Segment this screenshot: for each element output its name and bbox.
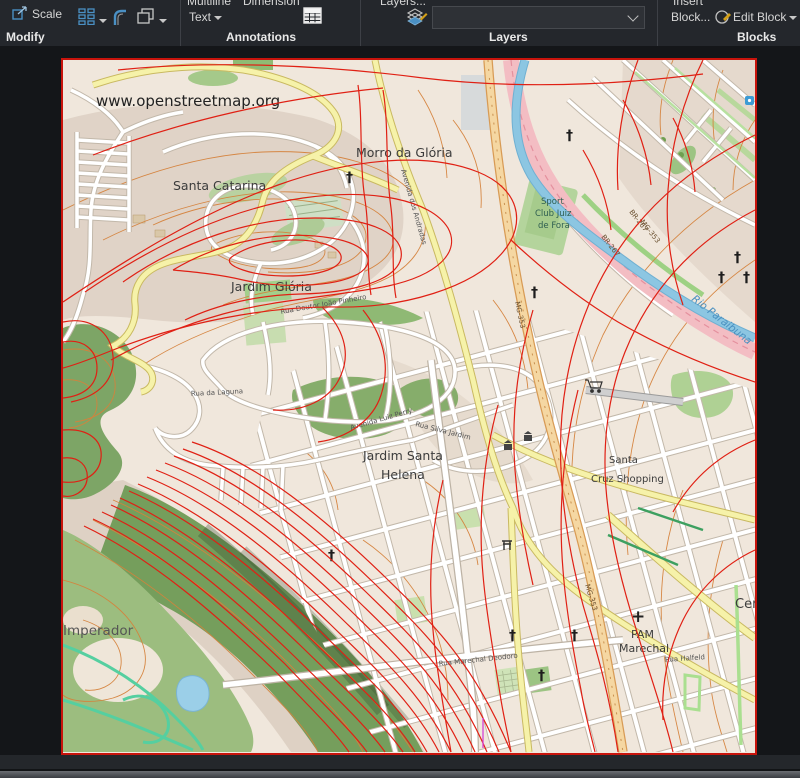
text-dropdown-caret[interactable] (214, 16, 222, 20)
pond (177, 676, 210, 712)
multiline-text-button[interactable]: Text (189, 10, 222, 24)
church-cross-icon: † (509, 628, 516, 644)
church-cross-icon: † (531, 285, 538, 301)
church-cross-icon: † (734, 250, 741, 266)
svg-text:Club Juiz: Club Juiz (535, 209, 572, 219)
label-cem: Cem (735, 597, 755, 612)
church-cross-icon: † (743, 270, 750, 286)
array-icon (78, 8, 96, 25)
copy-dropdown-caret[interactable] (159, 19, 167, 23)
map-pin-icon (745, 96, 754, 105)
layer-properties-button[interactable] (406, 7, 428, 32)
edit-block-icon (714, 8, 732, 25)
fillet-button[interactable] (112, 8, 129, 31)
array-dropdown-caret[interactable] (99, 19, 107, 23)
label-sport-club: Sport (541, 197, 564, 207)
svg-text:Cruz Shopping: Cruz Shopping (591, 474, 664, 485)
label-santa-cruz: Santa (609, 455, 638, 466)
table-button[interactable] (303, 7, 322, 29)
edit-block-caret[interactable] (789, 16, 797, 20)
multiline-label-cut: Multiline (187, 0, 231, 8)
horizontal-scrollbar[interactable] (0, 771, 800, 778)
layer-properties-icon (406, 7, 428, 27)
church-cross-icon: † (718, 270, 725, 286)
panel-title-modify: Modify (6, 30, 45, 44)
panel-title-layers: Layers (489, 30, 528, 44)
copy-button[interactable] (137, 8, 167, 30)
insert-block-label-top[interactable]: Insert (673, 0, 703, 8)
osm-watermark: www.openstreetmap.org (96, 92, 280, 110)
panel-separator (180, 0, 181, 46)
ribbon-bar: Scale Modify Mu (0, 0, 800, 46)
chevron-down-icon[interactable] (627, 10, 638, 21)
layer-select[interactable] (432, 6, 645, 29)
map-svg: † † † † † † † † † † + (63, 60, 755, 753)
drawing-canvas[interactable]: † † † † † † † † † † + (0, 46, 800, 755)
church-cross-icon: † (538, 668, 545, 684)
hospital-plus-icon: + (631, 607, 645, 627)
panel-separator (360, 0, 361, 46)
edit-block-label[interactable]: Edit Block (733, 10, 797, 24)
scale-icon (12, 6, 29, 20)
panel-title-annotations: Annotations (226, 30, 296, 44)
insert-block-button[interactable]: Block... (671, 10, 710, 24)
dimension-label-cut[interactable]: Dimension (243, 0, 300, 8)
fillet-icon (112, 8, 129, 26)
copy-icon (137, 8, 156, 25)
label-morro-da-gloria: Morro da Glória (356, 145, 452, 160)
church-cross-icon: † (566, 128, 573, 144)
table-icon (303, 7, 322, 24)
panel-title-blocks: Blocks (737, 30, 776, 44)
panel-separator (657, 0, 658, 46)
label-jardim-santa-2: Helena (381, 467, 425, 482)
label-imperador: Imperador (63, 623, 134, 639)
label-jardim-gloria: Jardim Glória (230, 279, 312, 294)
canvas-bottom-margin (0, 755, 800, 769)
church-cross-icon: † (346, 170, 353, 186)
label-pam: PAM (631, 628, 654, 641)
edit-block-button[interactable] (714, 8, 732, 27)
scale-button[interactable]: Scale (12, 6, 62, 21)
svg-text:de Fora: de Fora (538, 221, 570, 231)
label-santa-catarina: Santa Catarina (173, 178, 266, 193)
label-jardim-santa: Jardim Santa (362, 448, 443, 463)
array-button[interactable] (78, 8, 107, 30)
map-image[interactable]: † † † † † † † † † † + (61, 58, 757, 755)
